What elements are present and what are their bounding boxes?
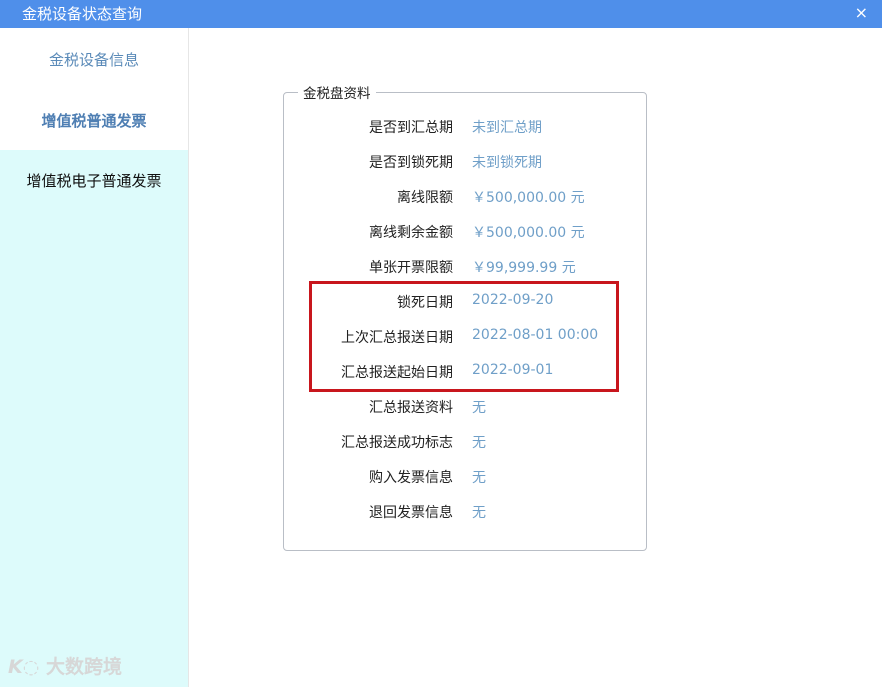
row-label: 汇总报送资料 (369, 400, 453, 416)
row-label: 汇总报送成功标志 (341, 435, 453, 451)
row-value: ￥500,000.00 元 (472, 225, 585, 241)
red-highlight-box (309, 281, 619, 392)
sidebar-item-label: 增值税电子普通发票 (26, 172, 162, 190)
row-label: 购入发票信息 (369, 470, 453, 486)
row-label: 离线限额 (397, 190, 453, 206)
row-value: 未到汇总期 (472, 120, 542, 136)
info-row: 离线限额 ￥500,000.00 元 (283, 185, 647, 209)
row-label: 是否到汇总期 (369, 120, 453, 136)
info-row: 离线剩余金额 ￥500,000.00 元 (283, 220, 647, 244)
watermark-logo-icon: K◌ (8, 656, 40, 678)
row-value: 无 (472, 505, 486, 521)
row-value: ￥99,999.99 元 (472, 260, 576, 276)
sidebar-item-device-info[interactable]: 金税设备信息 (0, 28, 188, 90)
row-value: 无 (472, 400, 486, 416)
info-row: 是否到锁死期 未到锁死期 (283, 150, 647, 174)
info-row: 单张开票限额 ￥99,999.99 元 (283, 255, 647, 279)
sidebar-item-label: 增值税普通发票 (41, 111, 147, 130)
sidebar-item-vat-electronic-invoice[interactable]: 增值税电子普通发票 (0, 150, 188, 687)
sidebar-item-vat-normal-invoice[interactable]: 增值税普通发票 (0, 90, 188, 150)
row-label: 单张开票限额 (369, 260, 453, 276)
watermark-text: 大数跨境 (45, 656, 122, 678)
row-value: 未到锁死期 (472, 155, 542, 171)
sidebar: 金税设备信息 增值税普通发票 增值税电子普通发票 (0, 28, 188, 687)
row-label: 离线剩余金额 (369, 225, 453, 241)
title-bar: 金税设备状态查询 × (0, 0, 882, 28)
info-row: 购入发票信息 无 (283, 465, 647, 489)
info-row: 退回发票信息 无 (283, 500, 647, 524)
row-value: 无 (472, 470, 486, 486)
close-icon[interactable]: × (855, 3, 868, 22)
watermark: K◌ 大数跨境 (8, 652, 122, 679)
sidebar-divider (188, 28, 189, 687)
window-title: 金税设备状态查询 (22, 5, 143, 23)
info-row: 汇总报送资料 无 (283, 395, 647, 419)
sidebar-item-label: 金税设备信息 (48, 50, 139, 69)
row-value: ￥500,000.00 元 (472, 190, 585, 206)
group-legend: 金税盘资料 (298, 82, 376, 102)
row-label: 退回发票信息 (369, 505, 453, 521)
row-value: 无 (472, 435, 486, 451)
row-label: 是否到锁死期 (369, 155, 453, 171)
info-row: 汇总报送成功标志 无 (283, 430, 647, 454)
info-row: 是否到汇总期 未到汇总期 (283, 115, 647, 139)
